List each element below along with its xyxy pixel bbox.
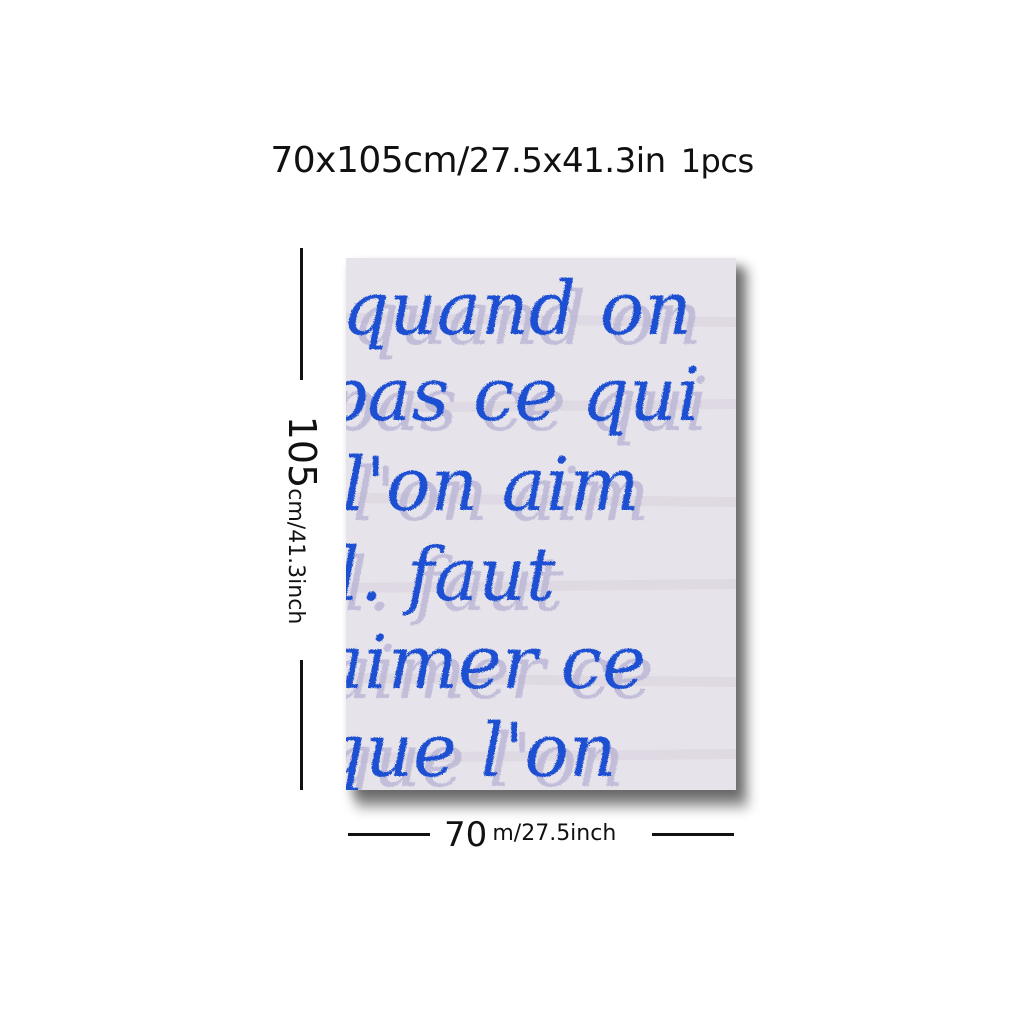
- height-value: 105: [280, 415, 324, 489]
- size-in-text: 27.5x41.3in: [468, 141, 667, 181]
- product-size-title: 70x105cm/27.5x41.3in 1pcs: [0, 140, 1024, 181]
- width-dimension-line-right: [652, 833, 734, 836]
- height-dimension-label: 105cm/41.3inch: [280, 416, 324, 625]
- quantity-text: 1pcs: [680, 142, 754, 180]
- poster-line-4: l. faut: [346, 532, 556, 618]
- width-units: m/27.5inch: [492, 821, 617, 846]
- width-value: 70: [444, 815, 488, 855]
- poster-line-3: l'on aim: [346, 442, 640, 528]
- poster-canvas: quand on pas ce qui l'on aim l. faut aim…: [346, 258, 736, 790]
- height-dimension-line-bottom: [300, 660, 303, 790]
- width-dimension-label: 70 m/27.5inch: [444, 815, 616, 855]
- poster-line-1: quand on: [346, 266, 692, 352]
- size-cm-text: 70x105cm/: [270, 140, 469, 181]
- width-dimension-line-left: [348, 833, 430, 836]
- height-dimension-line-top: [300, 248, 303, 380]
- poster-line-2: pas ce qui: [346, 352, 700, 438]
- poster-line-5: aimer ce: [346, 620, 646, 706]
- handwritten-artwork: quand on pas ce qui l'on aim l. faut aim…: [346, 266, 736, 790]
- height-units: cm/41.3inch: [283, 488, 308, 625]
- poster-line-6: que l'on: [346, 708, 617, 790]
